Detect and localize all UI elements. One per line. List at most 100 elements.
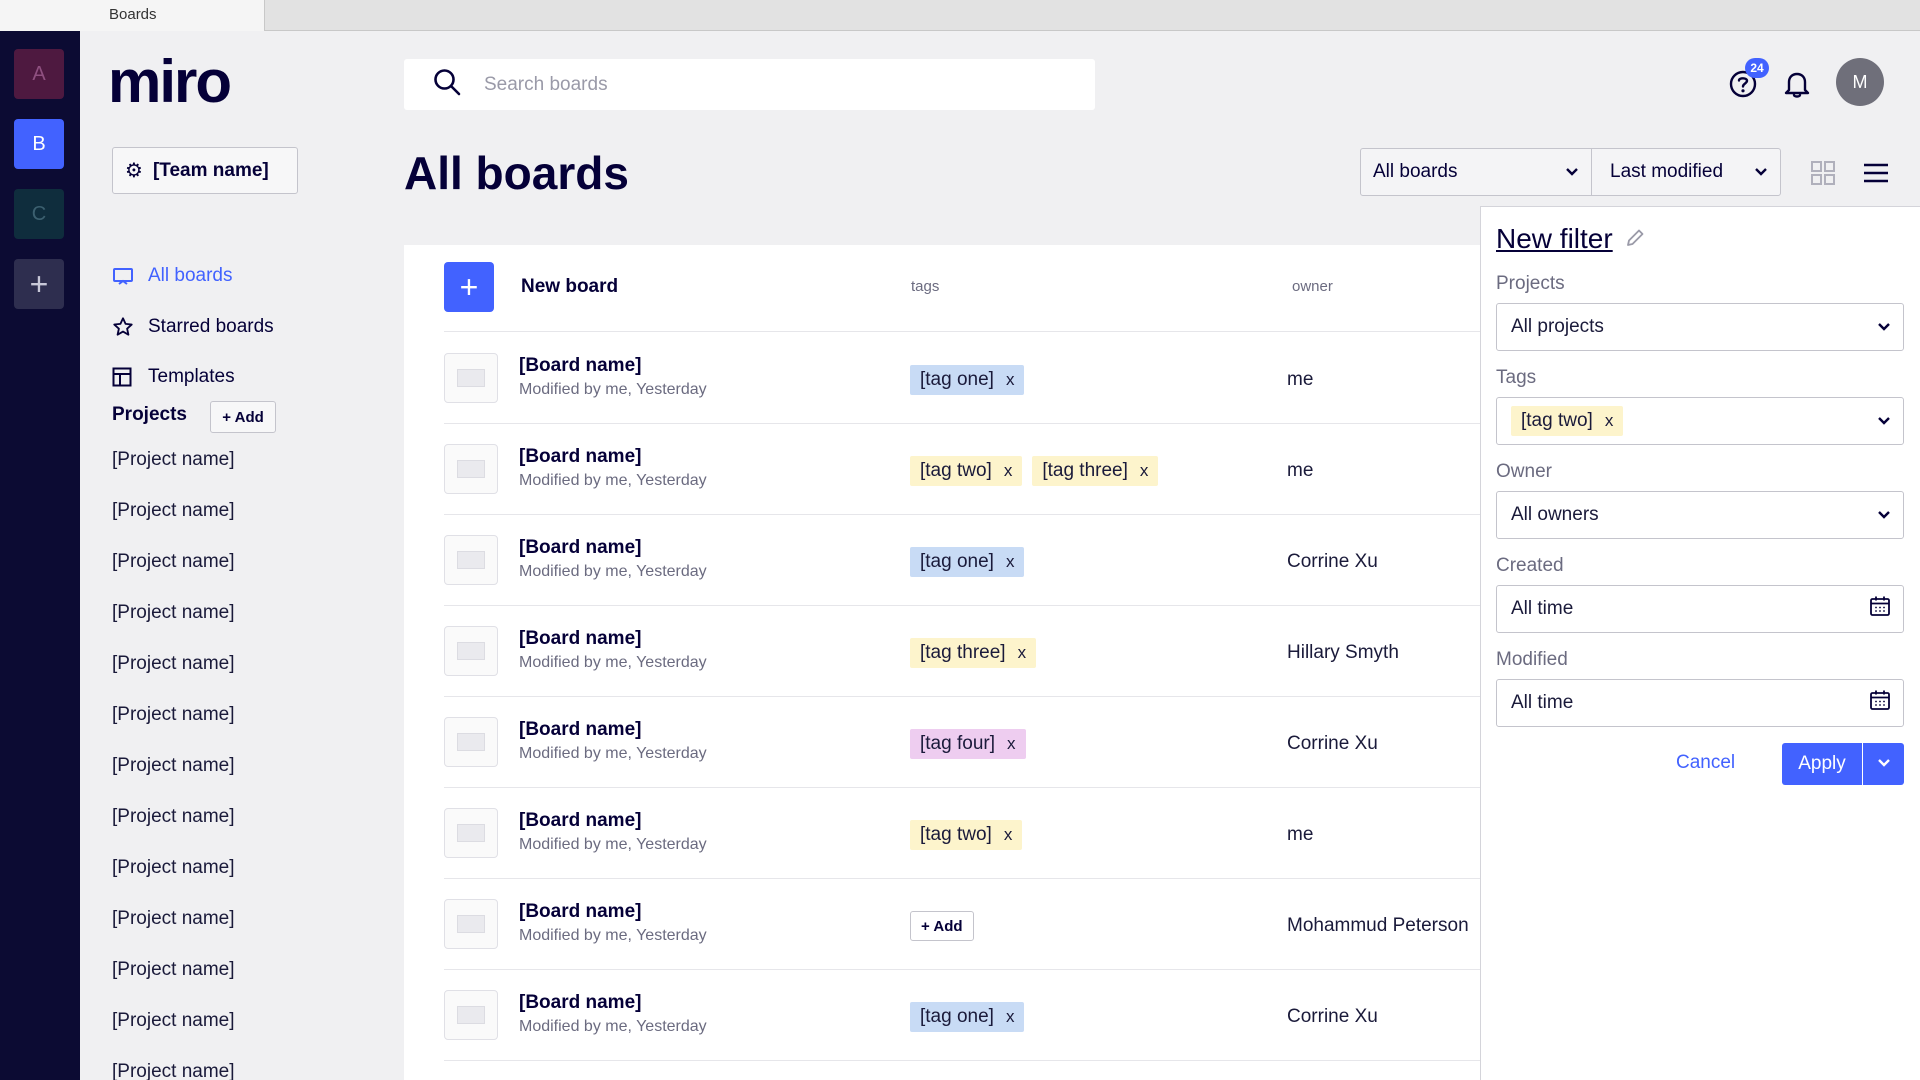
add-project-button[interactable]: + Add [210,401,276,433]
tag-chip[interactable]: [tag one] x [910,365,1025,395]
tag-chip[interactable]: [tag two] x [910,456,1023,486]
tag-chip[interactable]: [tag four] x [910,729,1026,759]
workspace-a[interactable]: A [14,49,64,99]
project-item[interactable]: [Project name] [112,704,235,755]
board-row[interactable]: [Board name] Modified by me, Yesterday + A… [444,879,1480,970]
board-row[interactable]: [Board name] Modified by me, Yesterday [ta… [444,424,1480,515]
board-thumbnail[interactable] [444,717,498,767]
project-item[interactable]: [Project name] [112,602,235,653]
tags-select[interactable]: [tag two] x [1496,397,1904,445]
board-name[interactable]: [Board name] [519,355,641,377]
project-list: [Project name] [Project name] [Project n… [112,449,235,1080]
list-view-icon[interactable] [1862,160,1890,186]
board-row[interactable]: [Board name] Modified by me, Yesterday [ta… [444,970,1480,1061]
remove-tag-icon[interactable]: x [1006,552,1015,572]
project-item[interactable]: [Project name] [112,653,235,704]
project-item[interactable]: [Project name] [112,1061,235,1080]
board-tags: [tag one] x [910,365,1025,395]
search-input[interactable] [484,73,1044,96]
selected-tag-label: [tag two] [1521,410,1593,431]
calendar-icon[interactable] [1869,595,1891,623]
tag-chip[interactable]: [tag one] x [910,547,1025,577]
chevron-down-icon [1877,755,1891,773]
board-row[interactable]: [Board name] Modified by me, Yesterday [ta… [444,788,1480,879]
grid-view-icon[interactable] [1810,160,1836,186]
bell-icon[interactable] [1781,68,1813,100]
avatar[interactable]: M [1836,58,1884,106]
board-row[interactable]: [Board name] Modified by me, Yesterday [ta… [444,606,1480,697]
new-board-button[interactable]: + [444,262,494,312]
workspace-b[interactable]: B [14,119,64,169]
owner-select[interactable]: All owners [1496,491,1904,539]
tag-chip[interactable]: [tag three] x [1032,456,1159,486]
project-item[interactable]: [Project name] [112,806,235,857]
search-bar[interactable] [404,59,1095,110]
miro-logo[interactable]: miro [108,47,232,116]
board-thumbnail[interactable] [444,353,498,403]
chevron-down-icon [1877,504,1891,526]
calendar-icon[interactable] [1869,689,1891,717]
apply-button[interactable]: Apply [1782,743,1862,785]
created-date-field[interactable]: All time [1496,585,1904,633]
tag-chip[interactable]: [tag two] x [910,820,1023,850]
remove-tag-icon[interactable]: x [1006,1007,1015,1027]
owner-label: Owner [1496,461,1552,482]
remove-tag-icon[interactable]: x [1004,461,1013,481]
modified-date-field[interactable]: All time [1496,679,1904,727]
project-item[interactable]: [Project name] [112,908,235,959]
board-name[interactable]: [Board name] [519,992,641,1014]
tag-label: [tag three] [1042,460,1128,481]
team-name-button[interactable]: ⚙ [Team name] [112,147,298,194]
add-tag-button[interactable]: + Add [910,911,974,941]
board-modified-info: Modified by me, Yesterday [519,1018,707,1035]
board-name[interactable]: [Board name] [519,628,641,650]
owner-column-header: owner [1292,278,1333,295]
board-name[interactable]: [Board name] [519,810,641,832]
project-item[interactable]: [Project name] [112,551,235,602]
browser-tab-boards[interactable]: Boards [0,0,265,31]
board-row[interactable]: [Board name] Modified by me, Yesterday [ta… [444,515,1480,606]
filter-title[interactable]: New filter [1496,223,1645,255]
tag-chip[interactable]: [tag one] x [910,1002,1025,1032]
filter-panel: New filter Projects All projects Tags [t… [1480,206,1920,1080]
board-thumbnail[interactable] [444,626,498,676]
project-item[interactable]: [Project name] [112,500,235,551]
pencil-icon[interactable] [1625,223,1645,255]
tag-label: [tag three] [920,642,1006,663]
sidebar-item-starred-boards[interactable]: Starred boards [112,312,372,342]
board-filter-select[interactable]: All boards [1360,148,1592,196]
board-thumbnail[interactable] [444,990,498,1040]
add-workspace-button[interactable]: + [14,259,64,309]
project-item[interactable]: [Project name] [112,449,235,500]
board-name[interactable]: [Board name] [519,446,641,468]
board-name[interactable]: [Board name] [519,719,641,741]
cancel-button[interactable]: Cancel [1676,752,1735,774]
sidebar-item-templates[interactable]: Templates [112,362,372,392]
board-name[interactable]: [Board name] [519,537,641,559]
remove-tag-icon[interactable]: x [1018,643,1027,663]
sidebar: miro ⚙ [Team name] All boards Starred bo… [80,31,404,1080]
board-row[interactable]: [Board name] Modified by me, Yesterday [ta… [444,697,1480,788]
remove-tag-icon[interactable]: x [1140,461,1149,481]
sort-select[interactable]: Last modified [1591,148,1781,196]
project-item[interactable]: [Project name] [112,857,235,908]
board-thumbnail[interactable] [444,808,498,858]
remove-tag-icon[interactable]: x [1004,825,1013,845]
new-board-label[interactable]: New board [521,276,618,298]
board-thumbnail[interactable] [444,535,498,585]
project-item[interactable]: [Project name] [112,1010,235,1061]
project-item[interactable]: [Project name] [112,755,235,806]
board-row[interactable]: [Board name] Modified by me, Yesterday [ta… [444,333,1480,424]
project-item[interactable]: [Project name] [112,959,235,1010]
remove-tag-icon[interactable]: x [1605,411,1614,431]
sidebar-item-all-boards[interactable]: All boards [112,261,372,291]
board-thumbnail[interactable] [444,444,498,494]
board-name[interactable]: [Board name] [519,901,641,923]
workspace-c[interactable]: C [14,189,64,239]
tag-chip[interactable]: [tag three] x [910,638,1037,668]
board-thumbnail[interactable] [444,899,498,949]
apply-options-button[interactable] [1863,743,1904,785]
projects-select[interactable]: All projects [1496,303,1904,351]
remove-tag-icon[interactable]: x [1007,734,1016,754]
remove-tag-icon[interactable]: x [1006,370,1015,390]
